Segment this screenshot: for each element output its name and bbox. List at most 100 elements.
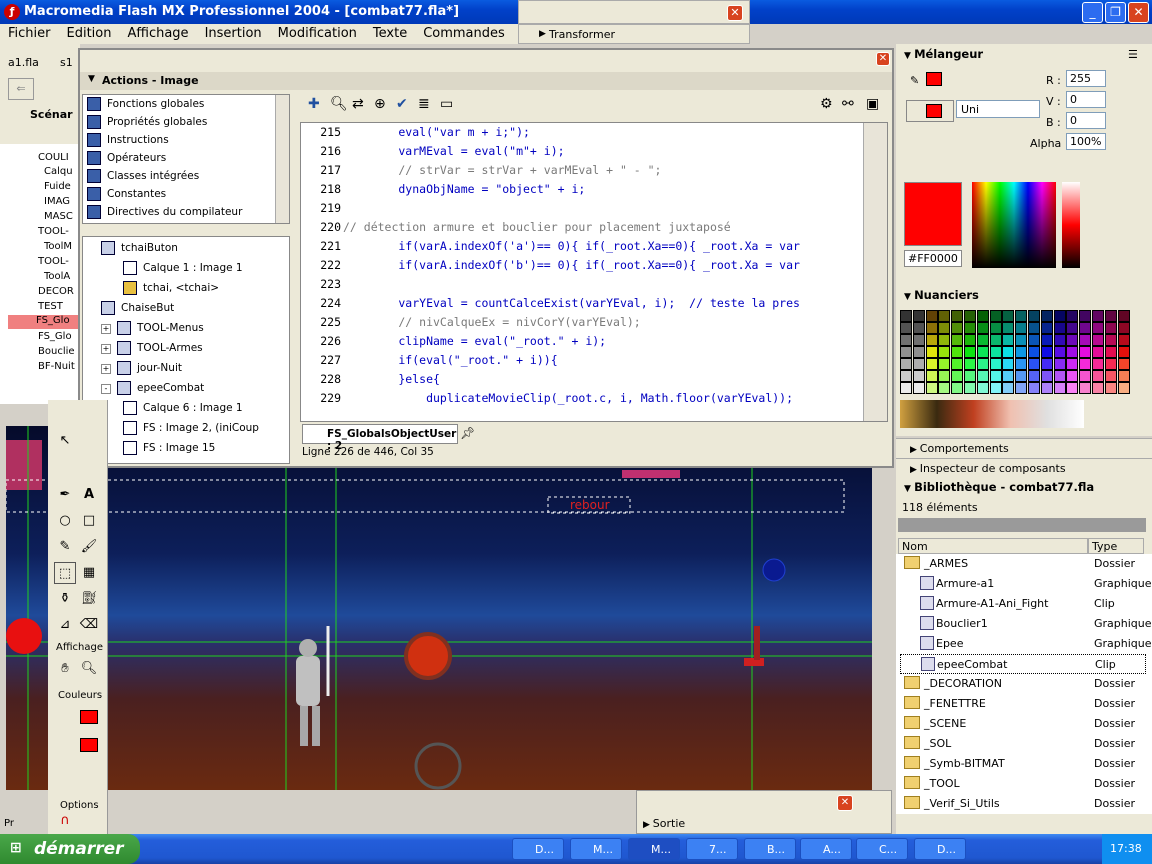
- category-item[interactable]: Constantes: [87, 187, 166, 205]
- add-action-icon[interactable]: ✚: [308, 96, 320, 112]
- taskbar-item-active[interactable]: M...: [628, 838, 680, 860]
- color-swatch[interactable]: [1066, 358, 1079, 370]
- color-swatch[interactable]: [925, 346, 938, 358]
- brightness-slider[interactable]: [1062, 182, 1080, 268]
- color-swatch[interactable]: [1015, 346, 1028, 358]
- color-swatch[interactable]: [964, 334, 976, 346]
- color-swatch[interactable]: [938, 382, 951, 394]
- code-line[interactable]: 220// détection armure et bouclier pour …: [301, 220, 861, 239]
- color-swatch[interactable]: [1053, 382, 1066, 394]
- rebour-text[interactable]: rebour: [570, 498, 610, 512]
- color-swatch[interactable]: [964, 322, 976, 334]
- taskbar-item[interactable]: C...: [856, 838, 908, 860]
- layer-item[interactable]: FS_Glo: [38, 331, 72, 342]
- code-line[interactable]: 226 clipName = eval("_root." + i);: [301, 334, 861, 353]
- color-swatch[interactable]: [1092, 322, 1104, 334]
- menu-commandes[interactable]: Commandes: [415, 24, 513, 41]
- pen-icon[interactable]: ✒: [54, 484, 76, 506]
- taskbar-item[interactable]: M...: [570, 838, 622, 860]
- color-swatch[interactable]: [1053, 370, 1066, 382]
- color-swatch[interactable]: [1002, 334, 1015, 346]
- menu-fichier[interactable]: Fichier: [0, 24, 59, 41]
- color-swatch[interactable]: [1053, 322, 1066, 334]
- mixer-title-row[interactable]: ▼ Mélangeur: [904, 47, 983, 67]
- category-item[interactable]: Propriétés globales: [87, 115, 207, 133]
- code-line[interactable]: 229 duplicateMovieClip(_root.c, i, Math.…: [301, 391, 861, 410]
- code-line[interactable]: 222 if(varA.indexOf('b')== 0){ if(_root.…: [301, 258, 861, 277]
- tree-item[interactable]: - epeeCombat: [101, 381, 204, 399]
- color-swatch[interactable]: [951, 358, 964, 370]
- collapse-arrow-icon[interactable]: ▼: [88, 74, 95, 84]
- color-swatch[interactable]: [912, 334, 925, 346]
- color-swatch[interactable]: [989, 346, 1002, 358]
- code-line[interactable]: 215 eval("var m + i;");: [301, 125, 861, 144]
- layer-item[interactable]: DECOR: [38, 286, 74, 297]
- layer-item[interactable]: COULI: [38, 152, 69, 163]
- back-arrow-icon[interactable]: ⇐: [8, 78, 34, 100]
- library-item[interactable]: _TOOL Dossier: [900, 774, 1146, 794]
- minimize-button[interactable]: _: [1082, 2, 1103, 23]
- swatch-grid[interactable]: [900, 310, 1132, 394]
- col-name-header[interactable]: Nom: [898, 538, 1088, 554]
- color-swatch[interactable]: [951, 346, 964, 358]
- color-swatch[interactable]: [976, 346, 989, 358]
- color-swatch[interactable]: [912, 370, 925, 382]
- fill-type-select[interactable]: Uni: [956, 100, 1040, 118]
- expand-icon[interactable]: +: [101, 364, 111, 374]
- brush-icon[interactable]: 🖌︎: [78, 536, 100, 558]
- library-item[interactable]: _SCENE Dossier: [900, 714, 1146, 734]
- comportements-panel[interactable]: ▶ Comportements: [896, 438, 1152, 458]
- tree-item[interactable]: tchai, <tchai>: [123, 281, 219, 299]
- color-swatch[interactable]: [1104, 382, 1117, 394]
- color-swatch[interactable]: [925, 382, 938, 394]
- code-line[interactable]: 224 varYEval = countCalceExist(varYEval,…: [301, 296, 861, 315]
- color-swatch[interactable]: [989, 358, 1002, 370]
- color-swatch[interactable]: [1079, 346, 1092, 358]
- bottom-left-tab[interactable]: Pr: [4, 818, 14, 829]
- hand-icon[interactable]: ✋︎: [54, 658, 76, 680]
- category-item[interactable]: Directives du compilateur: [87, 205, 242, 223]
- library-item[interactable]: _SOL Dossier: [900, 734, 1146, 754]
- color-swatch[interactable]: [1040, 310, 1053, 322]
- layer-item[interactable]: TOOL-: [38, 226, 69, 237]
- color-swatch[interactable]: [925, 334, 938, 346]
- color-swatch[interactable]: [1040, 322, 1053, 334]
- color-swatch[interactable]: [951, 370, 964, 382]
- fill-color-swatch[interactable]: [80, 738, 98, 752]
- color-swatch[interactable]: [951, 310, 964, 322]
- color-swatch[interactable]: [938, 370, 951, 382]
- collapse-icon[interactable]: -: [101, 384, 111, 394]
- b-input[interactable]: 0: [1066, 112, 1106, 129]
- color-swatch[interactable]: [938, 310, 951, 322]
- color-swatch[interactable]: [938, 322, 951, 334]
- menu-modification[interactable]: Modification: [270, 24, 365, 41]
- library-title-row[interactable]: ▼ Bibliothèque - combat77.fla: [904, 480, 1094, 500]
- library-item[interactable]: _Verif_Si_Utils Dossier: [900, 794, 1146, 814]
- color-swatch[interactable]: [1066, 334, 1079, 346]
- color-swatch[interactable]: [1104, 334, 1117, 346]
- color-swatch[interactable]: [964, 310, 976, 322]
- gradient-swatches[interactable]: [900, 400, 1084, 428]
- taskbar-item[interactable]: D...: [512, 838, 564, 860]
- color-swatch[interactable]: [1079, 322, 1092, 334]
- taskbar-item[interactable]: D...: [914, 838, 966, 860]
- color-swatch[interactable]: [1117, 370, 1130, 382]
- color-swatch[interactable]: [1104, 346, 1117, 358]
- color-swatch[interactable]: [1117, 346, 1130, 358]
- color-swatch[interactable]: [912, 346, 925, 358]
- color-swatch[interactable]: [1015, 370, 1028, 382]
- color-swatch[interactable]: [900, 310, 912, 322]
- menu-insertion[interactable]: Insertion: [197, 24, 270, 41]
- doc-tab-a1[interactable]: a1.fla: [8, 56, 39, 69]
- auto-format-icon[interactable]: ≣: [418, 96, 430, 112]
- color-swatch[interactable]: [1104, 322, 1117, 334]
- color-swatch[interactable]: [912, 322, 925, 334]
- close-icon[interactable]: ✕: [837, 795, 853, 811]
- color-swatch[interactable]: [976, 382, 989, 394]
- debug-icon[interactable]: ⚯: [842, 96, 854, 112]
- layer-item[interactable]: IMAG: [44, 196, 70, 207]
- layer-item[interactable]: Calqu: [44, 166, 73, 177]
- selection-arrow-icon[interactable]: ↖: [54, 430, 76, 452]
- maximize-button[interactable]: ❐: [1105, 2, 1126, 23]
- script-tab[interactable]: FS_GlobalsObjectUser : 2: [302, 424, 458, 452]
